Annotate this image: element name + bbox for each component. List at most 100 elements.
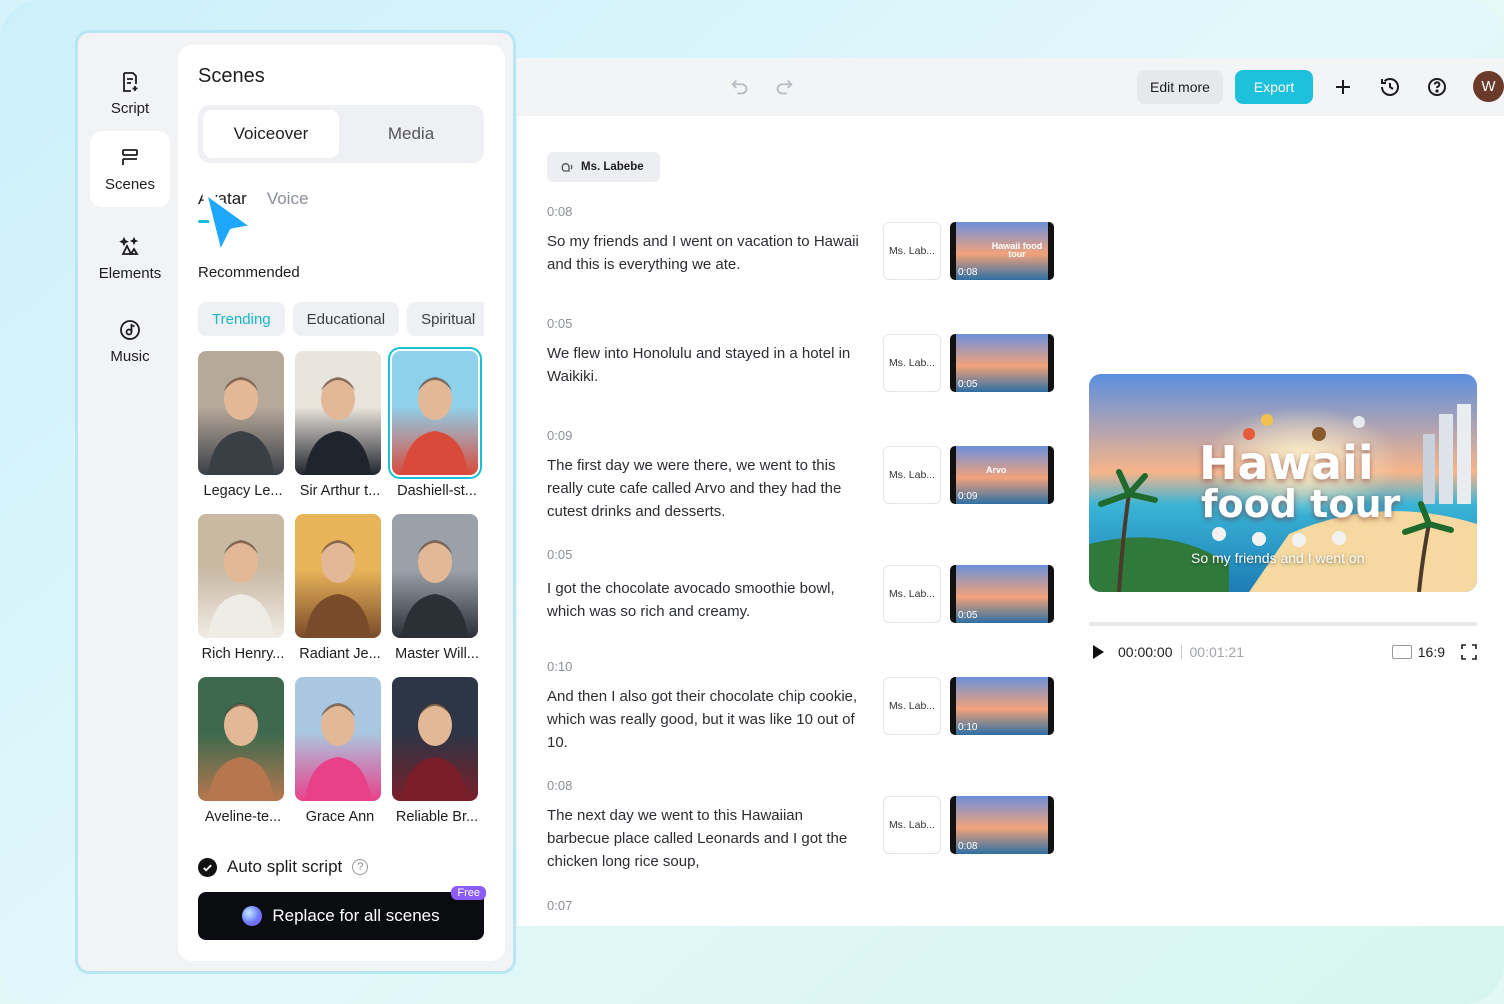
scenes-panel: Scenes Voiceover Media Avatar Voice Reco…: [178, 45, 505, 961]
sidebar-item-music[interactable]: Music: [90, 303, 170, 379]
scene-row[interactable]: 0:08 The next day we went to this Hawaiia…: [547, 778, 1057, 878]
scene-thumbnail[interactable]: 0:08: [950, 796, 1054, 854]
undo-icon[interactable]: [729, 76, 751, 98]
avatar-card[interactable]: Radiant Je...: [295, 514, 385, 662]
avatar-card[interactable]: Reliable Br...: [392, 677, 482, 825]
scene-thumbnail[interactable]: Hawaii food tour 0:08: [950, 222, 1054, 280]
history-icon[interactable]: [1378, 75, 1402, 99]
total-time: 00:01:21: [1189, 644, 1245, 660]
avatar-portrait: [198, 351, 284, 475]
aspect-ratio-button[interactable]: 16:9: [1391, 644, 1445, 660]
scene-duration: 0:09: [547, 428, 573, 443]
avatar-card[interactable]: Aveline-te...: [198, 677, 288, 825]
scene-text[interactable]: I got the chocolate avocado smoothie bow…: [547, 577, 867, 623]
thumbnail-duration: 0:08: [958, 267, 978, 278]
chip-trending[interactable]: Trending: [198, 302, 285, 336]
scene-thumbnail[interactable]: Arvo 0:09: [950, 446, 1054, 504]
export-button[interactable]: Export: [1235, 70, 1313, 104]
checkbox-checked-icon[interactable]: [198, 857, 217, 877]
chip-educational[interactable]: Educational: [292, 302, 400, 336]
aspect-ratio-icon: [1391, 645, 1412, 659]
scene-row[interactable]: 0:10 And then I also got their chocolate …: [547, 659, 1057, 759]
speaker-name: Ms. Labebe: [581, 161, 644, 173]
scene-row[interactable]: 0:08 So my friends and I went on vacation…: [547, 204, 1057, 304]
preview-subtitle: So my friends and I went on: [1191, 550, 1365, 566]
time-divider: [1180, 645, 1182, 659]
avatar-portrait: [295, 514, 381, 638]
sidebar-item-script[interactable]: Script: [90, 55, 170, 131]
scene-row[interactable]: 0:05 We flew into Honolulu and stayed in …: [547, 316, 1057, 416]
pointer-cursor-icon: [201, 188, 257, 258]
avatar-portrait: [392, 677, 478, 801]
category-chips: Trending Educational Spiritual: [198, 302, 484, 336]
avatar-card[interactable]: Dashiell-st...: [388, 347, 482, 499]
avatar-portrait: [295, 351, 381, 475]
avatar-card[interactable]: Sir Arthur t...: [295, 351, 385, 499]
scene-text[interactable]: And then I also got their chocolate chip…: [547, 685, 867, 754]
scene-text[interactable]: The first day we were there, we went to …: [547, 454, 867, 523]
scene-voice-box[interactable]: Ms. Lab...: [883, 334, 941, 392]
fullscreen-icon[interactable]: [1461, 644, 1477, 660]
tab-voiceover[interactable]: Voiceover: [203, 110, 339, 158]
scene-row[interactable]: 0:07: [547, 898, 1057, 924]
video-preview[interactable]: Hawaii food tour So my friends and I wen…: [1089, 374, 1477, 592]
avatar-name: Radiant Je...: [299, 646, 381, 662]
avatar-name: Sir Arthur t...: [299, 483, 381, 499]
speaker-tag[interactable]: Ms. Labebe: [547, 152, 660, 182]
avatar-portrait: [198, 514, 284, 638]
sidebar-item-scenes[interactable]: Scenes: [90, 131, 170, 207]
script-icon: [123, 71, 138, 92]
current-time: 00:00:00: [1118, 644, 1173, 660]
replace-all-scenes-button[interactable]: Replace for all scenes Free: [198, 886, 486, 940]
tab-media[interactable]: Media: [343, 110, 479, 158]
panel-title: Scenes: [198, 65, 265, 87]
scene-duration: 0:08: [547, 778, 573, 793]
scene-text[interactable]: So my friends and I went on vacation to …: [547, 230, 867, 276]
thumbnail-duration: 0:05: [958, 379, 978, 390]
player-controls: 00:00:00 00:01:21 16:9: [1089, 642, 1477, 662]
scene-voice-box[interactable]: Ms. Lab...: [883, 565, 941, 623]
avatar-name: Rich Henry...: [201, 646, 285, 662]
avatar-card[interactable]: Rich Henry...: [198, 514, 288, 662]
add-icon[interactable]: [1331, 75, 1355, 99]
scene-voice-box[interactable]: Ms. Lab...: [883, 677, 941, 735]
scene-duration: 0:05: [547, 316, 573, 331]
chip-spiritual[interactable]: Spiritual: [407, 302, 484, 336]
playback-progress-bar[interactable]: [1089, 622, 1477, 626]
avatar-name: Dashiell-st...: [397, 483, 477, 499]
scene-voice-box[interactable]: Ms. Lab...: [883, 446, 941, 504]
free-badge: Free: [451, 886, 486, 900]
sidebar-item-elements[interactable]: Elements: [90, 220, 170, 296]
scene-thumbnail[interactable]: 0:05: [950, 565, 1054, 623]
help-icon[interactable]: ?: [352, 859, 369, 875]
aspect-ratio-label: 16:9: [1417, 644, 1445, 660]
scene-duration: 0:05: [547, 547, 573, 562]
redo-icon[interactable]: [773, 76, 795, 98]
scene-text[interactable]: We flew into Honolulu and stayed in a ho…: [547, 342, 867, 388]
scene-row[interactable]: 0:05 I got the chocolate avocado smoothie…: [547, 547, 1057, 647]
sidebar-item-label: Scenes: [104, 175, 156, 193]
edit-more-button[interactable]: Edit more: [1137, 70, 1223, 104]
thumbnail-duration: 0:09: [958, 491, 978, 502]
avatar-name: Legacy Le...: [203, 483, 283, 499]
ai-orb-icon: [242, 906, 263, 926]
preview-title-line2: food tour: [1201, 482, 1401, 526]
scene-text[interactable]: The next day we went to this Hawaiian ba…: [547, 804, 867, 873]
user-avatar[interactable]: W: [1473, 71, 1504, 102]
scene-voice-box[interactable]: Ms. Lab...: [883, 796, 941, 854]
left-panel-frame: Script Scenes Elements Music Scenes Voic…: [75, 30, 516, 974]
avatar-card[interactable]: Legacy Le...: [198, 351, 288, 499]
avatar-card[interactable]: Grace Ann: [295, 677, 385, 825]
scene-row[interactable]: 0:09 The first day we were there, we went…: [547, 428, 1057, 528]
scenes-icon: [122, 148, 138, 165]
thumbnail-duration: 0:05: [958, 610, 978, 621]
scene-voice-box[interactable]: Ms. Lab...: [883, 222, 941, 280]
scene-thumbnail[interactable]: 0:10: [950, 677, 1054, 735]
voice-speaker-icon: [561, 163, 573, 172]
avatar-card[interactable]: Master Will...: [392, 514, 482, 662]
play-icon[interactable]: [1093, 645, 1104, 659]
tab-voice[interactable]: Voice: [267, 189, 309, 223]
help-icon[interactable]: [1425, 75, 1449, 99]
auto-split-option[interactable]: Auto split script ?: [198, 857, 369, 877]
scene-thumbnail[interactable]: 0:05: [950, 334, 1054, 392]
